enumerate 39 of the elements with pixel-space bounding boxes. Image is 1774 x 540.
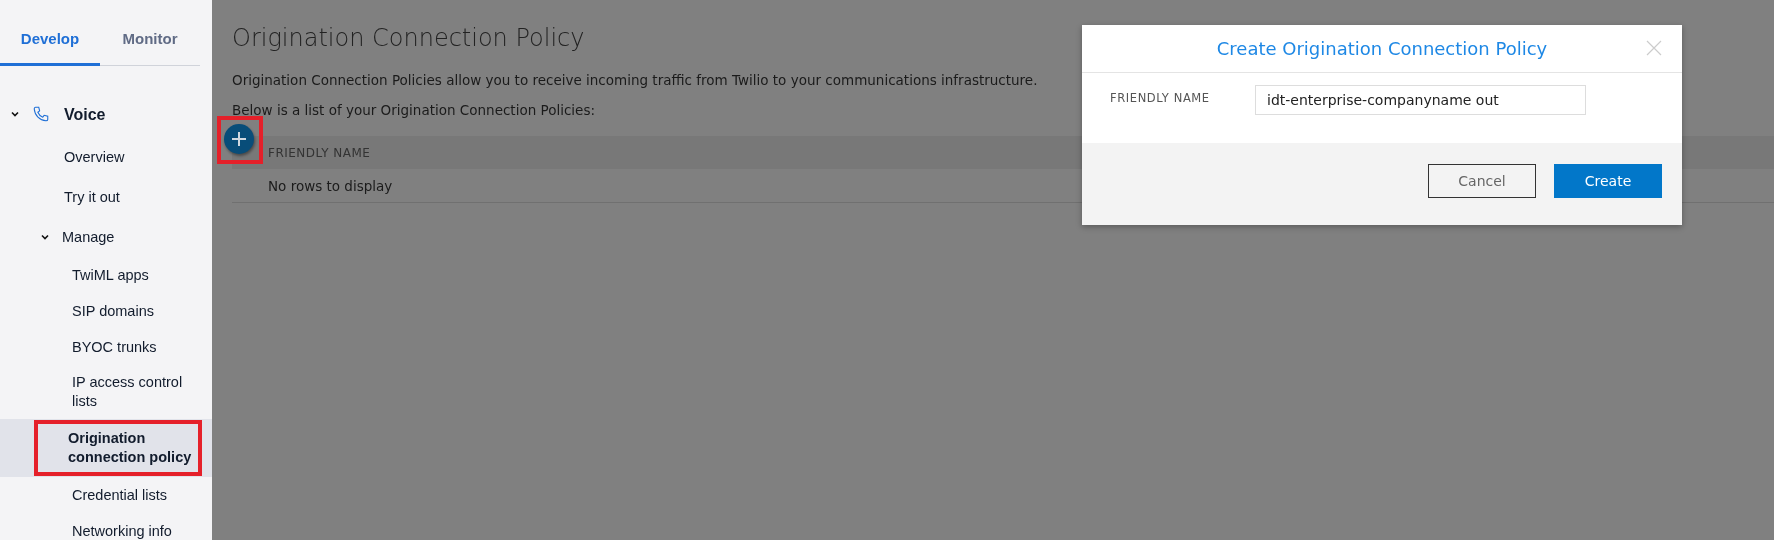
nav-item[interactable]: IP access control lists	[0, 365, 212, 419]
nav-item[interactable]: Manage	[0, 217, 212, 257]
list-intro: Below is a list of your Origination Connection Policies:	[232, 102, 595, 118]
nav-label: Try it out	[64, 187, 120, 207]
nav-item[interactable]: Overview	[0, 137, 212, 177]
nav-item[interactable]: SIP domains	[0, 293, 212, 329]
phone-icon	[32, 105, 50, 123]
dialog-title: Create Origination Connection Policy	[1216, 38, 1548, 59]
nav-label: SIP domains	[72, 301, 154, 321]
friendly-name-field[interactable]: idt-enterprise-companyname out	[1255, 85, 1586, 115]
cancel-button[interactable]: Cancel	[1428, 164, 1536, 198]
nav-item[interactable]: BYOC trunks	[0, 329, 212, 365]
page-title: Origination Connection Policy	[232, 24, 585, 52]
field-label: FRIENDLY NAME	[1110, 90, 1211, 105]
chevron-icon	[40, 232, 50, 242]
highlight-box	[217, 116, 263, 164]
chevron-icon	[10, 109, 20, 119]
sidebar-tab[interactable]: Monitor	[100, 22, 200, 66]
nav-label: Origination connection policy	[34, 420, 202, 476]
nav-item[interactable]: TwiML apps	[0, 257, 212, 293]
plus-icon	[231, 131, 247, 147]
create-button[interactable]: Create	[1554, 164, 1662, 198]
nav-item[interactable]: Voice	[0, 91, 212, 137]
nav-label: Credential lists	[72, 485, 168, 505]
nav-item[interactable]: Origination connection policy	[0, 419, 212, 477]
nav-label: IP access control lists	[72, 373, 184, 411]
sidebar-tab[interactable]: Develop	[0, 22, 100, 66]
nav-label: Manage	[62, 227, 115, 247]
nav-label: Networking info	[72, 521, 172, 540]
nav-label: TwiML apps	[72, 265, 149, 285]
nav-item[interactable]: Try it out	[0, 177, 212, 217]
add-button[interactable]	[224, 124, 254, 154]
column-header: FRIENDLY NAME	[268, 145, 371, 160]
nav-label: Overview	[64, 147, 125, 167]
page-description: Origination Connection Policies allow you to receive incoming traffic from Twilio to your communications infrastructure.	[232, 72, 1038, 88]
nav-item[interactable]: Networking info	[0, 513, 212, 540]
nav-label: BYOC trunks	[72, 337, 157, 357]
nav-item[interactable]: Credential lists	[0, 477, 212, 513]
nav-label: Voice	[64, 104, 106, 124]
